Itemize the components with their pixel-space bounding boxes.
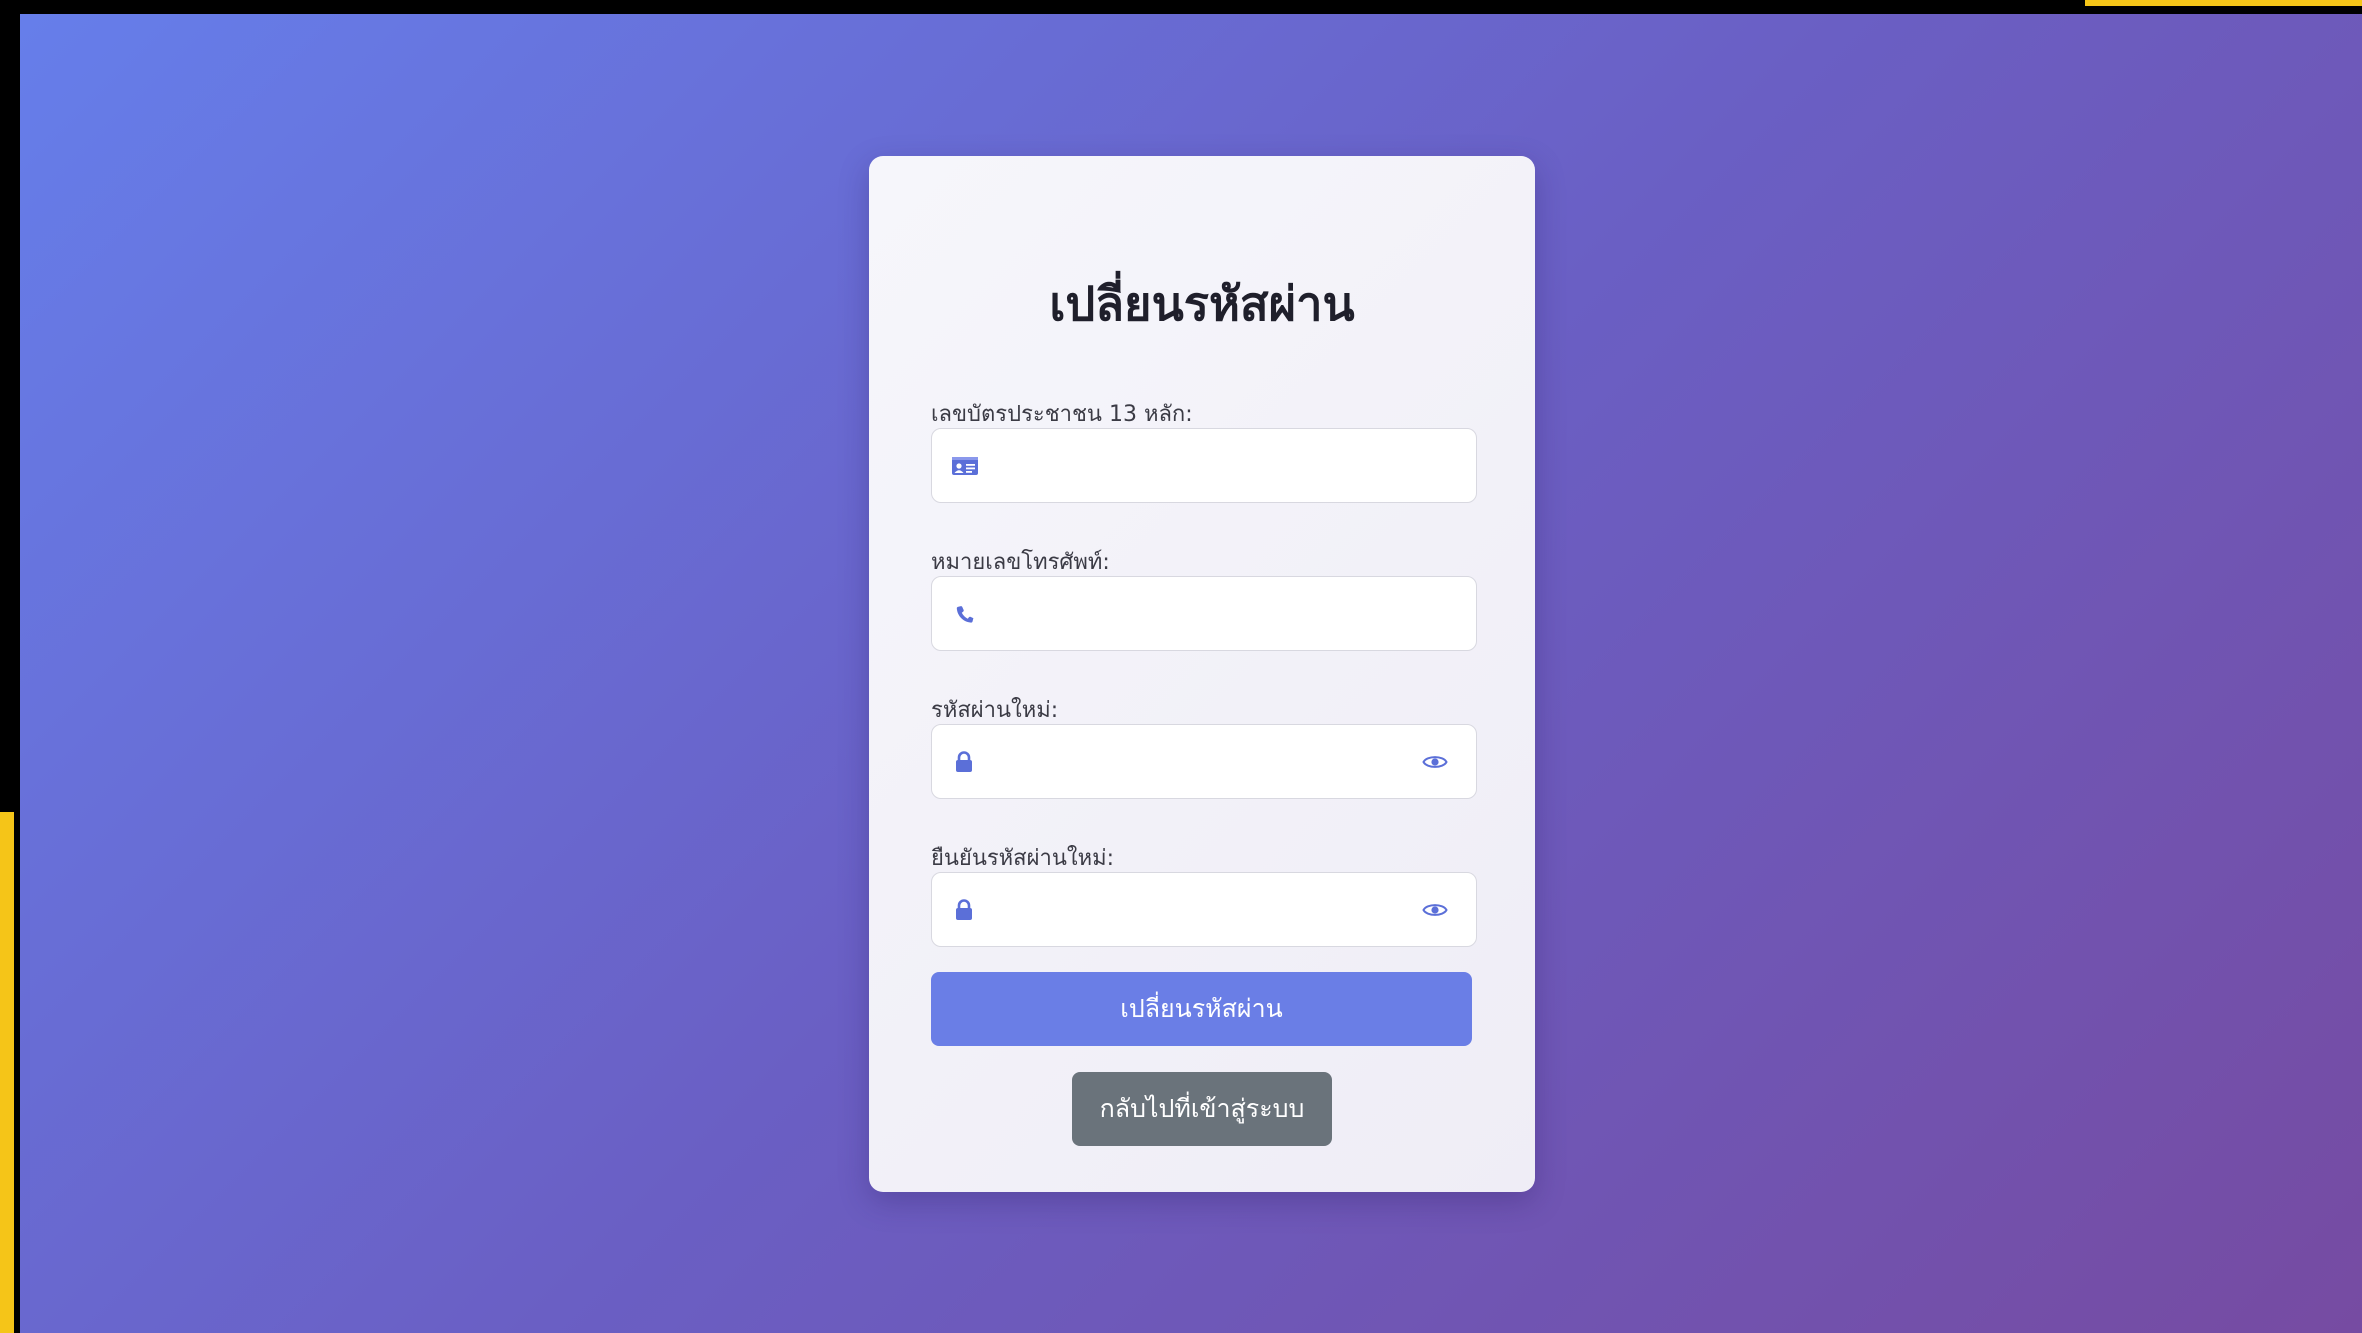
confirm-password-label: ยืนยันรหัสผ่านใหม่:: [931, 846, 1115, 871]
phone-icon: [956, 606, 974, 623]
change-password-button[interactable]: เปลี่ยนรหัสผ่าน: [931, 972, 1472, 1046]
id-card-label: เลขบัตรประชาชน 13 หลัก:: [931, 402, 1193, 427]
id-card-field: [931, 428, 1477, 504]
lock-icon: [956, 899, 972, 920]
page-title: เปลี่ยนรหัสผ่าน: [1049, 277, 1355, 332]
frame-accent-left: [0, 812, 14, 1333]
screen-frame: เปลี่ยนรหัสผ่าน เลขบัตรประชาชน 13 หลัก: …: [0, 0, 2362, 1333]
frame-accent-top: [2085, 0, 2362, 6]
new-password-input[interactable]: [996, 725, 1420, 800]
lock-icon: [956, 751, 972, 772]
new-password-label: รหัสผ่านใหม่:: [931, 698, 1059, 723]
back-to-login-button[interactable]: กลับไปที่เข้าสู่ระบบ: [1072, 1072, 1332, 1146]
confirm-password-field: [931, 872, 1477, 948]
eye-icon[interactable]: [1422, 752, 1448, 772]
confirm-password-input[interactable]: [996, 873, 1420, 948]
phone-input[interactable]: [996, 577, 1420, 652]
eye-icon[interactable]: [1422, 900, 1448, 920]
id-card-input[interactable]: [996, 429, 1420, 504]
phone-field: [931, 576, 1477, 652]
change-password-card: เปลี่ยนรหัสผ่าน เลขบัตรประชาชน 13 หลัก: …: [869, 156, 1535, 1192]
page-background: เปลี่ยนรหัสผ่าน เลขบัตรประชาชน 13 หลัก: …: [20, 14, 2362, 1333]
new-password-field: [931, 724, 1477, 800]
phone-label: หมายเลขโทรศัพท์:: [931, 550, 1110, 575]
id-card-icon: [952, 457, 978, 475]
